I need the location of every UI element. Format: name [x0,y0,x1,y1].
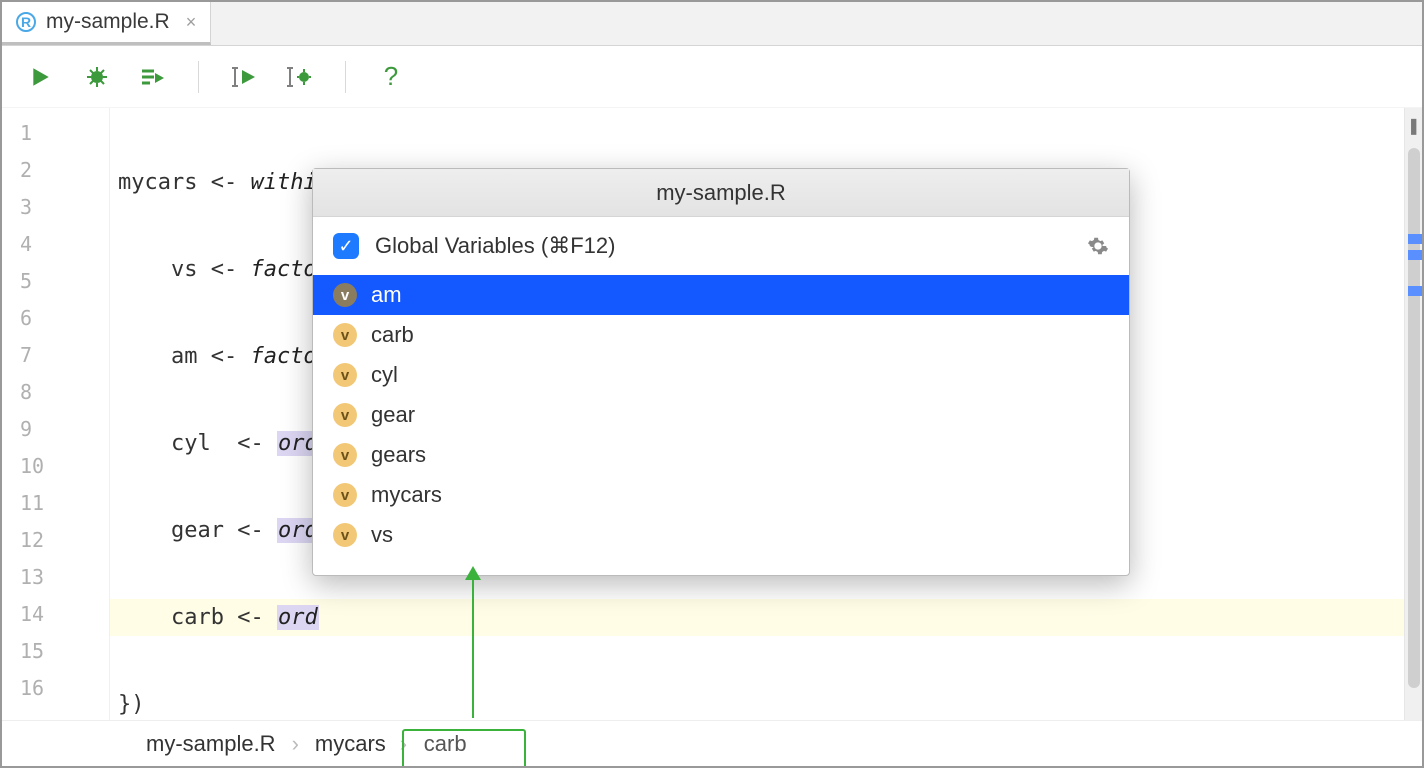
variable-icon: v [333,443,357,467]
line-number: 10 [2,447,109,484]
popup-item-carb[interactable]: vcarb [313,315,1129,355]
toolbar-separator [198,61,199,93]
run-selection-button[interactable] [138,62,168,92]
line-number: 6 [2,299,109,336]
code-text: }) [118,692,145,717]
popup-item-label: carb [371,322,414,348]
popup-toolbar: ✓ Global Variables (⌘F12) [313,217,1129,275]
marker[interactable] [1408,234,1422,244]
structure-popup: my-sample.R ✓ Global Variables (⌘F12) va… [312,168,1130,576]
line-number: 2 [2,151,109,188]
toolbar-separator-2 [345,61,346,93]
popup-header-label: Global Variables (⌘F12) [375,233,1071,259]
breadcrumb-sep: › [292,731,299,757]
debug-button[interactable] [82,62,112,92]
variable-icon: v [333,363,357,387]
popup-item-gears[interactable]: vgears [313,435,1129,475]
help-button[interactable]: ? [376,62,406,92]
r-file-icon: R [16,12,36,32]
marker-strip[interactable]: ❚❚ [1404,108,1422,720]
popup-item-label: gear [371,402,415,428]
code-text: gear <- [118,518,277,543]
file-tab[interactable]: R my-sample.R × [2,2,211,45]
popup-item-label: gears [371,442,426,468]
line-gutter: 1 2 3 4 5 6 7 8 9 10 11 12 13 14 15 16 [2,108,110,720]
line-number: 14 [2,595,109,632]
popup-list: vam vcarb vcyl vgear vgears vmycars vvs [313,275,1129,575]
code-text: mycars <- [118,170,250,195]
variable-icon: v [333,323,357,347]
breadcrumb-sep: › [400,731,407,757]
line-number: 16 [2,669,109,706]
breadcrumb-item-current[interactable]: › carb [402,731,495,757]
line-number: 11 [2,484,109,521]
run-button[interactable] [26,62,56,92]
pause-icon: ❚❚ [1407,116,1424,136]
checkbox-icon[interactable]: ✓ [333,233,359,259]
line-number: 13 [2,558,109,595]
breadcrumb-item[interactable]: mycars [299,731,402,757]
popup-title: my-sample.R [313,169,1129,217]
tab-bar: R my-sample.R × [2,2,1422,46]
variable-icon: v [333,283,357,307]
file-tab-label: my-sample.R [46,10,170,34]
marker[interactable] [1408,286,1422,296]
debug-cursor-button[interactable] [285,62,315,92]
scroll-thumb[interactable] [1408,148,1420,688]
line-number: 9 [2,410,109,447]
code-text: am <- [118,344,250,369]
code-text: cyl <- [118,431,277,456]
code-keyword: ord [277,605,319,630]
code-keyword: facto [250,344,316,369]
line-number: 7 [2,336,109,373]
popup-item-gear[interactable]: vgear [313,395,1129,435]
breadcrumb-item[interactable]: my-sample.R [130,731,292,757]
popup-item-label: vs [371,522,393,548]
line-number: 8 [2,373,109,410]
annotation-arrow [472,568,474,718]
line-number: 12 [2,521,109,558]
variable-icon: v [333,483,357,507]
line-number: 5 [2,262,109,299]
variable-icon: v [333,403,357,427]
variable-icon: v [333,523,357,547]
popup-item-label: mycars [371,482,442,508]
editor-toolbar: ? [2,46,1422,108]
popup-item-cyl[interactable]: vcyl [313,355,1129,395]
line-number: 1 [2,114,109,151]
run-cursor-button[interactable] [229,62,259,92]
line-number: 15 [2,632,109,669]
popup-item-mycars[interactable]: vmycars [313,475,1129,515]
popup-item-label: cyl [371,362,398,388]
marker[interactable] [1408,250,1422,260]
line-number: 4 [2,225,109,262]
settings-gear-icon[interactable] [1087,235,1109,257]
close-tab-icon[interactable]: × [186,12,197,33]
code-text: vs <- [118,257,250,282]
line-number: 3 [2,188,109,225]
popup-item-vs[interactable]: vvs [313,515,1129,555]
popup-item-label: am [371,282,402,308]
breadcrumb-label: carb [424,731,467,756]
breadcrumb: my-sample.R › mycars › carb [2,720,1422,766]
code-text: carb <- [118,605,277,630]
editor-window: R my-sample.R × ? 1 2 3 4 5 [0,0,1424,768]
popup-item-am[interactable]: vam [313,275,1129,315]
